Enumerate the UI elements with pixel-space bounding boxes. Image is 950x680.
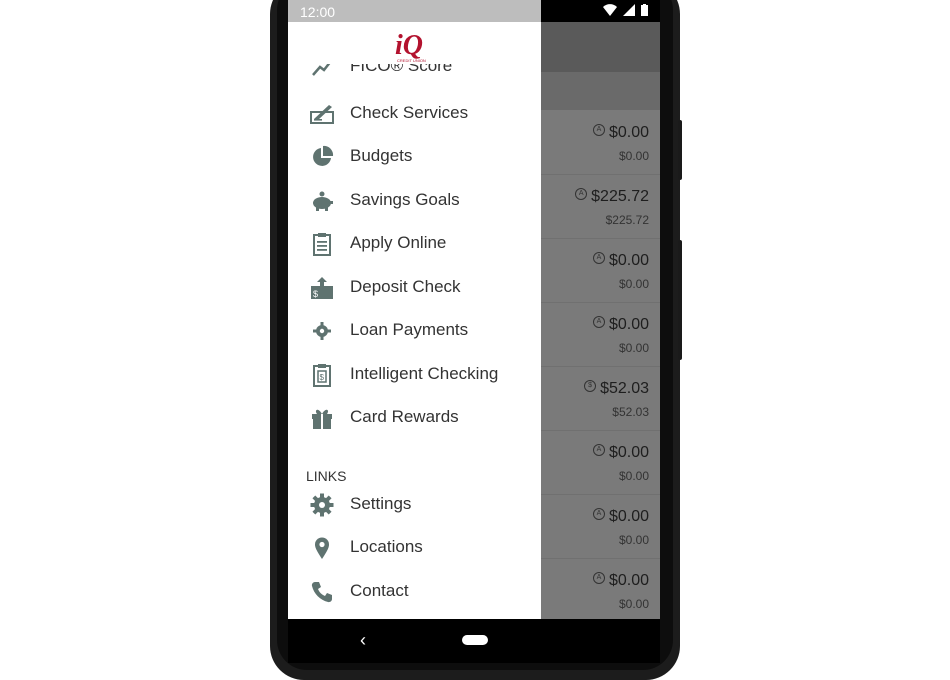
battery-icon	[641, 4, 648, 16]
menu-item-loan-payments[interactable]: Loan Payments	[288, 311, 541, 351]
menu-item-label: Settings	[350, 494, 412, 513]
account-status-icon: A	[592, 123, 605, 136]
account-balance: $0.00	[608, 444, 649, 461]
menu-item-label: Contact	[350, 581, 409, 600]
drawer-status-bar: 12:00	[288, 0, 541, 22]
check-pen-icon	[310, 105, 334, 124]
back-button[interactable]: ‹	[360, 630, 366, 651]
wifi-icon	[603, 4, 617, 16]
account-balance: $0.00	[608, 508, 649, 525]
menu-item-card-rewards[interactable]: Card Rewards	[288, 398, 541, 438]
account-status-icon: A	[592, 251, 605, 264]
menu-item-savings-goals[interactable]: Savings Goals	[288, 181, 541, 221]
account-balance: $52.03	[600, 380, 649, 397]
menu-item-label: Savings Goals	[350, 190, 460, 209]
account-balance: $0.00	[608, 316, 649, 333]
menu-item-settings[interactable]: Settings	[288, 485, 541, 525]
account-available: $0.00	[618, 341, 649, 355]
menu-item-label: Intelligent Checking	[350, 364, 499, 383]
account-status-icon: A	[592, 507, 605, 520]
account-available: $0.00	[618, 533, 649, 547]
menu-item-apply-online[interactable]: Apply Online	[288, 224, 541, 264]
gear-icon	[310, 493, 334, 517]
account-balance: $225.72	[591, 188, 649, 205]
menu-item-fico-score[interactable]: FICO® Score	[288, 64, 541, 76]
account-available: $0.00	[618, 597, 649, 611]
pie-chart-icon	[313, 145, 334, 166]
account-available: $52.03	[612, 405, 649, 419]
account-status-icon: A	[592, 571, 605, 584]
clipboard-dollar-icon: $	[313, 364, 331, 387]
gear-small-icon	[313, 322, 331, 340]
piggy-bank-icon	[313, 191, 333, 211]
phone-icon	[311, 582, 332, 603]
account-available: $225.72	[605, 213, 649, 227]
menu-item-label: Loan Payments	[350, 320, 469, 339]
account-status-icon: A	[575, 187, 588, 200]
svg-text:CREDIT UNION: CREDIT UNION	[397, 58, 426, 63]
location-pin-icon	[315, 537, 329, 559]
deposit-check-icon: $	[311, 277, 333, 299]
menu-item-label: Apply Online	[350, 233, 447, 252]
menu-item-label: Deposit Check	[350, 277, 461, 296]
svg-text:$: $	[313, 289, 318, 299]
menu-item-deposit-check[interactable]: $ Deposit Check	[288, 268, 541, 308]
menu-item-intelligent-checking[interactable]: $ Intelligent Checking	[288, 355, 541, 395]
screen: A $0.00 $0.00 A $225.72 $225.72 A $0.00 $0.…	[288, 0, 660, 619]
menu-item-locations[interactable]: Locations	[288, 528, 541, 568]
menu-item-budgets[interactable]: Budgets	[288, 137, 541, 177]
account-status-icon: A	[592, 443, 605, 456]
volume-button	[678, 240, 682, 360]
gift-icon	[312, 409, 332, 429]
menu-item-label: Card Rewards	[350, 407, 459, 426]
account-available: $0.00	[618, 469, 649, 483]
account-available: $0.00	[618, 277, 649, 291]
svg-text:iQ: iQ	[395, 30, 423, 61]
account-balance: $0.00	[608, 252, 649, 269]
iq-logo: iQ CREDIT UNION	[395, 30, 426, 63]
account-status-icon: A	[592, 315, 605, 328]
status-icons	[603, 4, 648, 16]
menu-item-label: Check Services	[350, 103, 469, 122]
power-button	[678, 120, 682, 180]
status-time: 12:00	[300, 4, 336, 20]
account-available: $0.00	[618, 149, 649, 163]
menu-item-label: Budgets	[350, 146, 413, 165]
account-status-icon: $	[584, 379, 597, 392]
menu-item-label: FICO® Score	[350, 64, 453, 75]
account-balance: $0.00	[608, 572, 649, 589]
svg-text:$: $	[320, 373, 325, 382]
account-balance: $0.00	[608, 124, 649, 141]
navigation-drawer: 12:00 iQ CREDIT UNION FICO® Score Check …	[288, 0, 541, 619]
menu-item-contact[interactable]: Contact	[288, 572, 541, 612]
home-button[interactable]	[462, 635, 488, 645]
signal-icon	[623, 4, 635, 16]
clipboard-icon	[313, 233, 331, 256]
menu-item-check-services[interactable]: Check Services	[288, 94, 541, 134]
links-section-header: LINKS	[306, 468, 347, 484]
system-nav-bar: ‹	[288, 619, 660, 663]
trend-icon	[312, 64, 331, 76]
menu-item-label: Locations	[350, 537, 423, 556]
